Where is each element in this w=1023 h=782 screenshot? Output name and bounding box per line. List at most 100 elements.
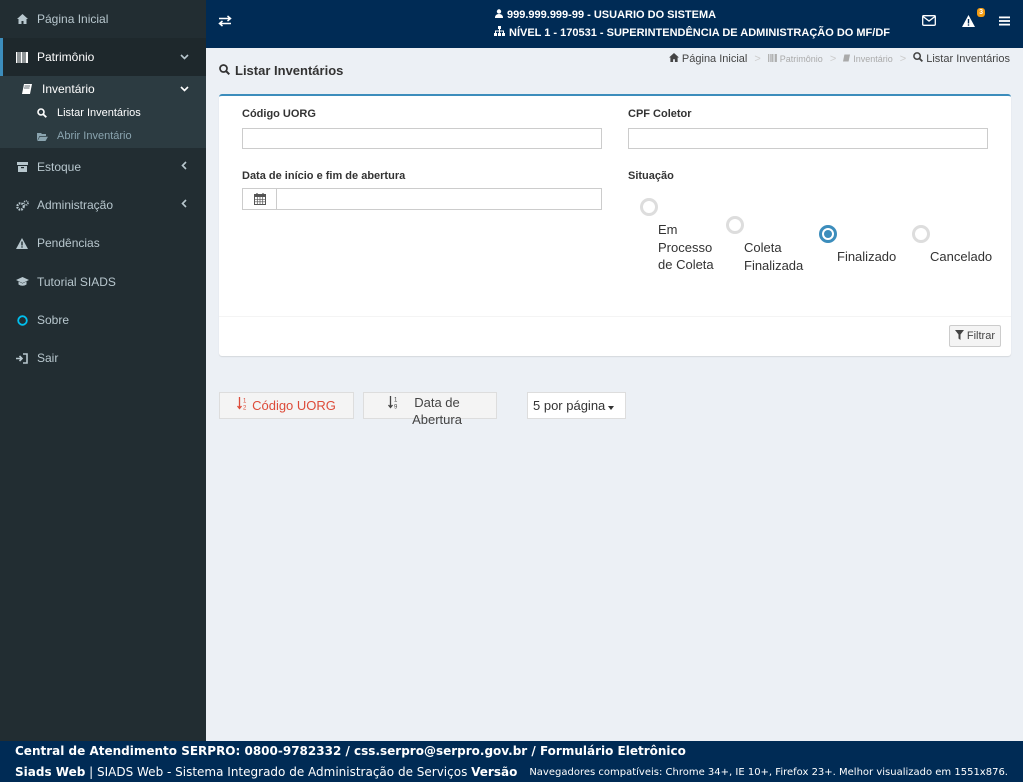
calendar-icon[interactable] — [242, 188, 277, 210]
radio-coleta-finalizada[interactable]: Coleta Finalizada — [726, 216, 810, 274]
date-label: Data de início e fim de abertura — [242, 170, 406, 182]
sidebar-item-label: Abrir Inventário — [57, 130, 132, 142]
filter-icon — [954, 329, 964, 343]
per-page-dropdown[interactable]: 5 por página — [527, 392, 626, 419]
breadcrumb-item-inventario[interactable]: Inventário — [843, 54, 893, 64]
graduation-cap-icon — [15, 277, 29, 287]
envelope-icon[interactable] — [922, 15, 938, 31]
svg-text:1: 1 — [243, 399, 247, 405]
alert-count-badge: 3 — [977, 8, 985, 17]
search-icon — [219, 63, 231, 78]
menu-icon[interactable] — [999, 15, 1015, 31]
cpf-label: CPF Coletor — [628, 108, 692, 120]
sidebar-item-inventario[interactable]: Inventário — [0, 76, 206, 102]
uorg-input[interactable] — [242, 128, 602, 149]
alert-icon[interactable]: 3 — [962, 8, 985, 31]
circle-icon — [15, 314, 29, 326]
sort-date-button[interactable]: 19 Data de Abertura — [363, 392, 497, 427]
uorg-label: Código UORG — [242, 108, 316, 120]
svg-text:9: 9 — [394, 405, 398, 410]
chevron-down-icon — [178, 51, 190, 63]
sidebar-item-sair[interactable]: Sair — [0, 339, 206, 377]
sidebar-toggle-icon[interactable] — [218, 15, 234, 31]
situacao-label: Situação — [628, 170, 674, 182]
radio-cancelado[interactable]: Cancelado — [912, 225, 992, 266]
sidebar-item-estoque[interactable]: Estoque — [0, 148, 206, 186]
radio-finalizado[interactable]: Finalizado — [819, 225, 896, 266]
barcode-icon — [15, 51, 29, 63]
footer-brand: Siads Web — [15, 765, 86, 779]
warning-icon — [15, 237, 29, 249]
sidebar-item-tutorial[interactable]: Tutorial SIADS — [0, 263, 206, 301]
radio-label: Cancelado — [930, 249, 993, 264]
radio-button-selected[interactable] — [819, 225, 837, 243]
filter-box: Código UORG CPF Coletor Data de início e… — [219, 94, 1011, 356]
sort-numeric-asc-icon: 19 — [387, 396, 399, 413]
sidebar-item-label: Sobre — [37, 313, 70, 327]
sidebar-item-label: Página Inicial — [37, 12, 109, 26]
radio-button[interactable] — [726, 216, 744, 234]
radio-label: Finalizado — [837, 249, 897, 264]
chevron-left-icon — [178, 161, 190, 173]
page-title: Listar Inventários — [219, 63, 343, 78]
user-name: 999.999.999-99 - USUARIO DO SISTEMA — [507, 9, 717, 21]
archive-icon — [15, 162, 29, 172]
svg-text:1: 1 — [394, 398, 398, 404]
radio-label: Em Processo de Coleta — [658, 222, 714, 272]
sort-numeric-asc-icon: 12 — [237, 397, 248, 414]
svg-text:2: 2 — [243, 406, 247, 411]
caret-down-icon — [608, 398, 615, 413]
sidebar-item-label: Pendências — [37, 236, 100, 250]
sidebar-item-administracao[interactable]: Administração — [0, 186, 206, 224]
breadcrumb-item-home[interactable]: Página Inicial — [668, 52, 747, 65]
barcode-icon — [767, 53, 777, 64]
home-icon — [668, 52, 679, 65]
footer-description: | SIADS Web - Sistema Integrado de Admin… — [85, 765, 472, 779]
top-header: 999.999.999-99 - USUARIO DO SISTEMA NÍVE… — [206, 0, 1023, 48]
sidebar-item-label: Tutorial SIADS — [37, 275, 116, 289]
book-icon — [843, 54, 851, 64]
sidebar-item-sobre[interactable]: Sobre — [0, 301, 206, 339]
sidebar-item-abrir-inventario[interactable]: Abrir Inventário — [0, 124, 206, 148]
sidebar-item-label: Sair — [37, 351, 59, 365]
sidebar-item-home[interactable]: Página Inicial — [0, 0, 206, 38]
search-icon — [913, 52, 924, 65]
search-icon — [36, 108, 48, 118]
filter-button[interactable]: Filtrar — [948, 325, 1001, 347]
breadcrumb-item-patrimonio[interactable]: Patrimônio — [767, 53, 823, 64]
home-icon — [15, 14, 29, 24]
footer-system-line: Siads Web | SIADS Web - Sistema Integrad… — [15, 765, 517, 779]
footer-browsers: Navegadores compatíveis: Chrome 34+, IE … — [529, 767, 1008, 778]
radio-em-processo[interactable]: Em Processo de Coleta — [640, 198, 718, 274]
sidebar-item-pendencias[interactable]: Pendências — [0, 224, 206, 262]
main-content: Listar Inventários Página Inicial > Patr… — [206, 48, 1023, 741]
folder-open-icon — [36, 132, 48, 141]
box-footer-divider — [219, 316, 1011, 317]
radio-button[interactable] — [912, 225, 930, 243]
sidebar-item-listar-inventarios[interactable]: Listar Inventários — [0, 101, 206, 125]
sidebar-item-label: Administração — [37, 198, 114, 212]
book-icon — [20, 84, 34, 94]
date-range-input[interactable] — [276, 188, 602, 210]
sidebar-item-label: Listar Inventários — [57, 107, 141, 119]
user-icon — [495, 6, 503, 24]
sidebar-item-label: Estoque — [37, 160, 82, 174]
sidebar-item-label: Patrimônio — [37, 50, 95, 64]
radio-label: Coleta Finalizada — [744, 240, 804, 273]
sort-uorg-button[interactable]: 12 Código UORG — [219, 392, 354, 419]
breadcrumb-item-current: Listar Inventários — [913, 52, 1010, 65]
sitemap-icon — [494, 24, 505, 42]
footer: Central de Atendimento SERPRO: 0800-9782… — [0, 741, 1023, 782]
user-info: 999.999.999-99 - USUARIO DO SISTEMA NÍVE… — [494, 6, 890, 42]
radio-button[interactable] — [640, 198, 658, 216]
chevron-left-icon — [178, 199, 190, 211]
footer-version: Versão — [471, 765, 518, 779]
cpf-input[interactable] — [628, 128, 988, 149]
page-title-text: Listar Inventários — [235, 63, 344, 78]
sidebar-item-patrimonio[interactable]: Patrimônio — [0, 38, 206, 76]
breadcrumb: Página Inicial > Patrimônio > Inventário… — [668, 52, 1010, 65]
sidebar: Página Inicial Patrimônio Inventário Lis… — [0, 0, 206, 741]
footer-support-line: Central de Atendimento SERPRO: 0800-9782… — [15, 744, 686, 758]
sidebar-item-label: Inventário — [42, 82, 95, 96]
user-level: NÍVEL 1 - 170531 - SUPERINTENDÊNCIA DE A… — [509, 27, 890, 39]
